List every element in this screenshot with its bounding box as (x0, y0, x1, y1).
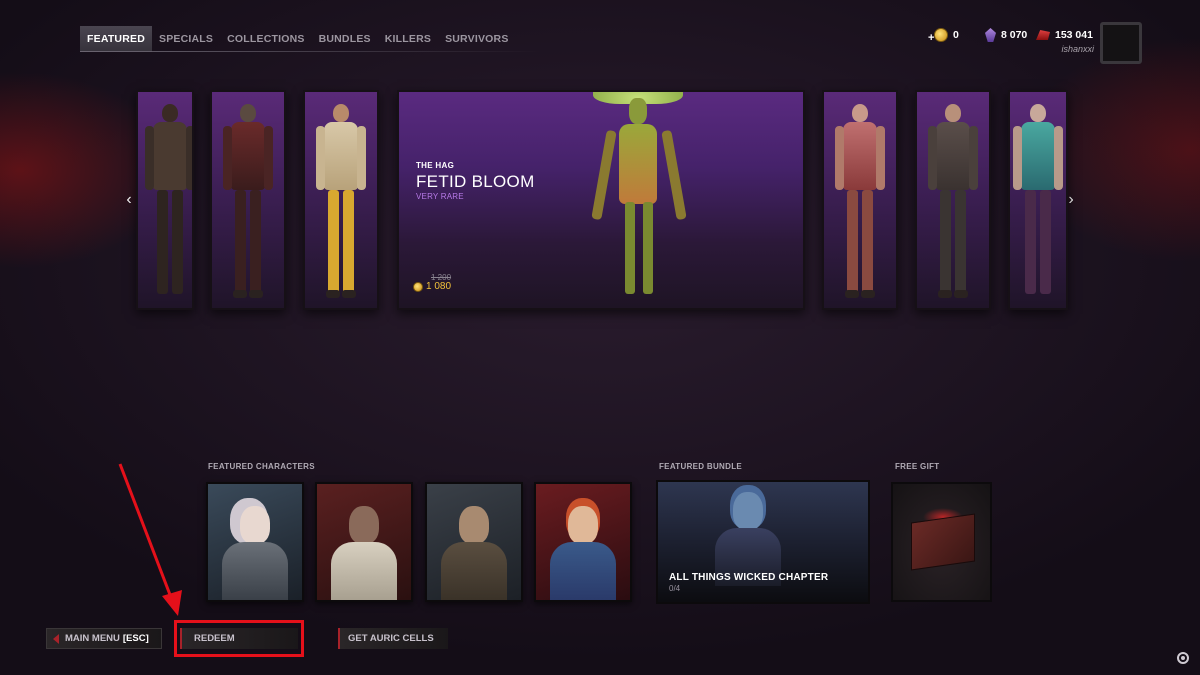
featured-outfit-name: FETID BLOOM (416, 172, 535, 191)
player-username: ishanxxi (1061, 44, 1094, 54)
carousel-item-card[interactable] (915, 90, 991, 310)
tab-collections[interactable]: COLLECTIONS (220, 26, 311, 52)
tabs-divider (80, 51, 540, 52)
main-menu-label: MAIN MENU (65, 633, 120, 644)
bloodpoints-amount: 153 041 (1055, 29, 1093, 41)
carousel-item-card[interactable] (1008, 90, 1068, 310)
featured-killer-name: THE HAG (416, 161, 455, 170)
featured-character-tile[interactable] (206, 482, 304, 602)
bundle-owned-count: 0/4 (669, 584, 681, 593)
carousel-item-card[interactable] (303, 90, 379, 310)
store-tabs: FEATURED SPECIALS COLLECTIONS BUNDLES KI… (80, 26, 516, 52)
esc-key-hint: [ESC] (122, 633, 149, 644)
character-figure (316, 104, 366, 300)
character-portrait (439, 500, 509, 600)
get-auric-cells-label: GET AURIC CELLS (348, 633, 434, 644)
get-auric-cells-button[interactable]: GET AURIC CELLS (338, 628, 448, 649)
featured-outfit-card[interactable]: THE HAG FETID BLOOM VERY RARE 1 200 1 08… (397, 90, 805, 310)
free-gift-heading: FREE GIFT (895, 462, 940, 471)
character-portrait (220, 500, 290, 600)
redeem-button[interactable]: REDEEM (180, 628, 298, 649)
iridescent-shards-balance: 8 070 (985, 27, 1027, 43)
carousel-prev-button[interactable]: ‹ (122, 190, 136, 210)
back-arrow-icon (53, 634, 59, 644)
tab-specials[interactable]: SPECIALS (152, 26, 220, 52)
featured-bundle-tile[interactable]: ALL THINGS WICKED CHAPTER 0/4 (656, 480, 870, 604)
character-portrait (329, 500, 399, 600)
tab-bundles[interactable]: BUNDLES (312, 26, 378, 52)
main-menu-button[interactable]: MAIN MENU [ESC] (46, 628, 162, 649)
redeem-label: REDEEM (194, 633, 235, 644)
featured-bundle-heading: FEATURED BUNDLE (659, 462, 743, 471)
character-figure (223, 104, 273, 300)
character-portrait (548, 500, 618, 600)
carousel-item-card[interactable] (822, 90, 898, 310)
settings-icon[interactable] (1177, 652, 1189, 664)
hag-outfit-figure (589, 92, 689, 304)
featured-price-value: 1 080 (426, 281, 452, 292)
gift-box-icon (911, 513, 975, 571)
player-avatar[interactable] (1100, 22, 1142, 64)
character-figure (145, 104, 192, 300)
character-figure (1013, 104, 1063, 300)
featured-character-tile[interactable] (534, 482, 632, 602)
bloodpoints-balance: 153 041 (1036, 27, 1093, 43)
tab-survivors[interactable]: SURVIVORS (438, 26, 515, 52)
tab-featured[interactable]: FEATURED (80, 26, 152, 52)
tab-killers[interactable]: KILLERS (378, 26, 438, 52)
featured-character-tile[interactable] (315, 482, 413, 602)
character-figure (928, 104, 978, 300)
bundle-title: ALL THINGS WICKED CHAPTER (669, 572, 829, 583)
free-gift-tile[interactable] (891, 482, 992, 602)
auric-cell-icon (413, 281, 423, 292)
iridescent-shard-icon (985, 28, 996, 42)
character-figure (835, 104, 885, 300)
featured-price: 1 080 (413, 281, 451, 292)
bundle-artwork (713, 486, 783, 586)
auric-cell-icon: + (928, 28, 948, 44)
carousel-item-card[interactable] (210, 90, 286, 310)
featured-character-tile[interactable] (425, 482, 523, 602)
iridescent-shards-amount: 8 070 (1001, 29, 1028, 41)
featured-characters-heading: FEATURED CHARACTERS (208, 462, 315, 471)
bloodpoints-icon (1036, 30, 1050, 40)
auric-cells-balance[interactable]: + 0 (928, 27, 959, 44)
annotation-arrow-icon (118, 463, 182, 616)
featured-rarity: VERY RARE (416, 192, 464, 201)
carousel-item-card[interactable] (136, 90, 194, 310)
plus-icon: + (928, 32, 935, 44)
auric-cells-amount: 0 (953, 29, 959, 41)
